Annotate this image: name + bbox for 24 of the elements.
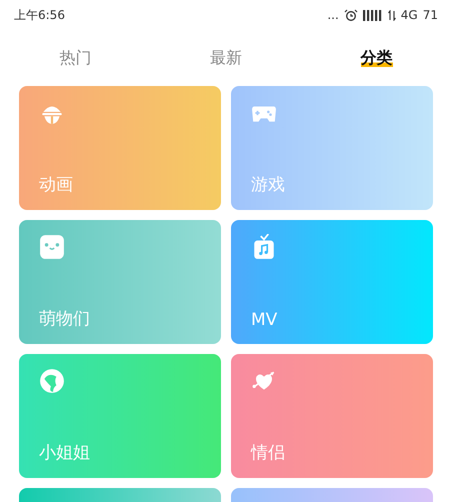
category-card[interactable]: MV <box>231 220 433 344</box>
alarm-icon <box>344 9 358 21</box>
category-card[interactable]: 动画 <box>19 86 221 210</box>
category-label: 情侣 <box>251 442 286 464</box>
category-card[interactable]: 游戏 <box>231 86 433 210</box>
category-label: MV <box>251 310 278 330</box>
category-label: 游戏 <box>251 174 286 196</box>
category-label: 动画 <box>39 174 74 196</box>
category-card[interactable]: 小姐姐 <box>19 354 221 478</box>
status-dots: ... <box>327 8 339 22</box>
tab[interactable]: 热门 <box>59 48 92 68</box>
network-type: 4G <box>400 8 418 22</box>
category-card[interactable]: 萌物们 <box>19 220 221 344</box>
battery-level: 71 <box>422 8 438 22</box>
status-time: 上午6:56 <box>14 6 65 24</box>
signal-icon <box>362 10 383 20</box>
tab[interactable]: 分类 <box>360 48 393 68</box>
category-label: 小姐姐 <box>39 442 91 464</box>
category-card[interactable]: 情侣 <box>231 354 433 478</box>
data-arrows-icon <box>388 10 396 20</box>
girl-head-icon <box>39 368 65 394</box>
category-label: 萌物们 <box>39 308 91 330</box>
cute-face-icon <box>39 234 65 260</box>
tab[interactable]: 最新 <box>210 48 242 68</box>
